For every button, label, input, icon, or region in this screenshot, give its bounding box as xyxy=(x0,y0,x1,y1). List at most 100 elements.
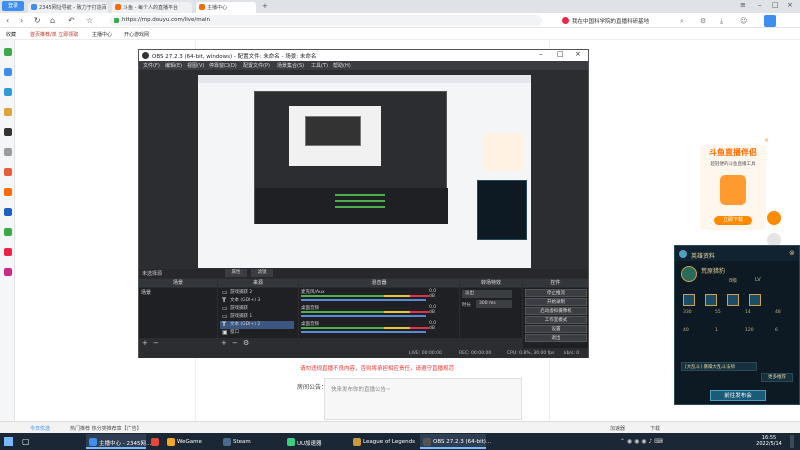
recommend-button[interactable]: 更多推荐 xyxy=(761,373,793,382)
bookmark-item[interactable]: 收藏 xyxy=(6,31,16,38)
new-tab-icon[interactable]: + xyxy=(262,2,268,10)
obs-menu-tools[interactable]: 工具(T) xyxy=(311,62,328,69)
browser-tab-douyu[interactable]: 斗鱼 - 每个人的直播平台 xyxy=(112,2,192,13)
browser-tab-streamer-center[interactable]: 主播中心 xyxy=(196,2,256,13)
sidebar-app-icon[interactable] xyxy=(4,268,12,276)
status-left[interactable]: 今日优选 xyxy=(30,425,50,432)
obs-menu-file[interactable]: 文件(F) xyxy=(143,62,160,69)
star-icon[interactable]: ☆ xyxy=(86,16,93,25)
transition-select[interactable]: 淡出 xyxy=(462,290,512,298)
status-right-item[interactable]: 加速器 xyxy=(610,425,625,432)
obs-menu-edit[interactable]: 编辑(E) xyxy=(165,62,182,69)
sidebar-app-icon[interactable] xyxy=(4,88,12,96)
obs-close-icon[interactable]: × xyxy=(575,50,581,58)
refresh-icon[interactable]: ↻ xyxy=(34,16,41,25)
obs-menu-profile[interactable]: 配置文件(P) xyxy=(243,62,270,69)
bookmark-item[interactable]: 主播中心 xyxy=(92,31,112,38)
stop-streaming-button[interactable]: 停止推流 xyxy=(525,289,587,297)
remove-source-icon[interactable]: − xyxy=(232,339,238,347)
exit-button[interactable]: 退出 xyxy=(525,334,587,342)
address-bar[interactable]: https://mp.douyu.com/live/main xyxy=(110,15,542,26)
source-item[interactable]: ▭ 游戏捕获 1 xyxy=(220,313,294,321)
sidebar-app-icon[interactable] xyxy=(4,108,12,116)
taskbar-app-obs[interactable]: OBS 27.2.3 (64-bit)... xyxy=(420,434,491,449)
lol-close-icon[interactable]: ⊗ xyxy=(789,249,795,257)
source-item[interactable]: T 文本 (GDI+) 3 xyxy=(220,297,294,305)
tray-clock[interactable]: 16:55 2022/5/14 xyxy=(752,435,786,447)
lol-action-button[interactable]: 前往发布会 xyxy=(710,390,766,401)
sidebar-app-icon[interactable] xyxy=(4,128,12,136)
duration-input[interactable]: 300 ms xyxy=(476,300,512,308)
obs-menu-scene-collection[interactable]: 场景集合(S) xyxy=(277,62,304,69)
taskbar-app-lol[interactable]: League of Legends xyxy=(350,434,418,449)
source-settings-icon[interactable]: ⚙ xyxy=(243,339,249,347)
obs-window[interactable]: OBS 27.2.3 (64-bit, windows) - 配置文件: 未命名… xyxy=(138,49,589,358)
studio-mode-button[interactable]: 工作室模式 xyxy=(525,316,587,324)
show-desktop-button[interactable] xyxy=(790,435,794,448)
sidebar-app-icon[interactable] xyxy=(4,168,12,176)
taskbar-app-wegame[interactable]: WeGame xyxy=(164,434,216,449)
sidebar-app-icon[interactable] xyxy=(4,208,12,216)
sources-list[interactable]: ▭ 游戏捕获 2 T 文本 (GDI+) 3 ▭ 游戏捕获 ▭ 游戏捕获 1 T 文本 (… xyxy=(218,288,298,338)
ad-download-button[interactable]: 立即下载 xyxy=(714,216,752,225)
sidebar-app-icon[interactable] xyxy=(4,248,12,256)
settings-button[interactable]: 设置 xyxy=(525,325,587,333)
volume-slider[interactable] xyxy=(301,299,426,301)
volume-slider[interactable] xyxy=(301,315,426,317)
browser-login-button[interactable]: 登录 xyxy=(2,1,24,11)
obs-menu-help[interactable]: 帮助(H) xyxy=(333,62,351,69)
scene-item[interactable]: 场景 xyxy=(141,289,151,296)
volume-slider[interactable] xyxy=(301,331,426,333)
minimize-icon[interactable]: – xyxy=(758,1,762,9)
undo-icon[interactable]: ↶ xyxy=(68,16,75,25)
add-source-icon[interactable]: + xyxy=(221,339,227,347)
obs-preview[interactable] xyxy=(198,75,531,268)
sidebar-app-icon[interactable] xyxy=(4,68,12,76)
notice-input[interactable]: 快来发布你的直播公告~ xyxy=(324,378,522,420)
source-item[interactable]: ▭ 游戏捕获 xyxy=(220,305,294,313)
home-icon[interactable]: ⌂ xyxy=(50,16,55,25)
close-icon[interactable]: × xyxy=(787,1,793,9)
bookmark-item[interactable]: 开心游戏网 xyxy=(124,31,149,38)
start-virtual-camera-button[interactable]: 启动虚拟摄像机 xyxy=(525,307,587,315)
taskbar-app-steam[interactable]: Steam xyxy=(220,434,280,449)
news-ticker[interactable]: 我在中国科学院的直播科研基地 xyxy=(560,15,670,26)
download-icon[interactable]: ⤓ xyxy=(720,17,723,26)
add-scene-icon[interactable]: + xyxy=(142,339,148,347)
obs-menu-docks[interactable]: 停靠窗口(D) xyxy=(209,62,237,69)
maximize-icon[interactable]: □ xyxy=(772,1,779,9)
douyu-companion-ad[interactable]: 斗鱼直播伴侣 超轻便的斗鱼直播工具 立即下载 xyxy=(700,145,766,230)
sidebar-app-icon[interactable] xyxy=(4,228,12,236)
extension-icon[interactable]: ⚙ xyxy=(700,17,706,25)
obs-maximize-icon[interactable]: □ xyxy=(557,50,564,58)
source-item[interactable]: ▣ 窗口 xyxy=(220,329,294,337)
filters-button[interactable]: 滤镜 xyxy=(251,269,273,277)
remove-scene-icon[interactable]: − xyxy=(153,339,159,347)
app-icon[interactable] xyxy=(764,15,776,27)
obs-minimize-icon[interactable]: – xyxy=(539,50,543,58)
forward-icon[interactable]: › xyxy=(20,16,23,25)
side-play-icon[interactable] xyxy=(767,211,781,225)
browser-tab-2345[interactable]: 2345网址导航 - 致力于打造百 xyxy=(28,2,108,13)
task-view-icon[interactable]: ▢ xyxy=(22,437,30,446)
taskbar-app-uu[interactable]: UU加速器 xyxy=(284,434,346,449)
scenes-list[interactable]: 场景 xyxy=(139,288,217,338)
back-icon[interactable]: ‹ xyxy=(6,16,9,25)
start-recording-button[interactable]: 开始录制 xyxy=(525,298,587,306)
search-icon[interactable]: ⌕ xyxy=(680,17,684,26)
status-ad[interactable]: 热门推荐 热分类推荐章【广告】 xyxy=(70,425,142,432)
taskbar-app-browser[interactable]: 主播中心 - 2345网... xyxy=(86,434,151,449)
ad-close-icon[interactable]: × xyxy=(764,137,769,144)
sidebar-app-icon[interactable] xyxy=(4,48,12,56)
source-item[interactable]: ▭ 游戏捕获 2 xyxy=(220,289,294,297)
sidebar-app-icon[interactable] xyxy=(4,148,12,156)
taskbar-app-red[interactable] xyxy=(148,434,162,449)
properties-button[interactable]: 属性 xyxy=(225,269,247,277)
user-icon[interactable]: ☺ xyxy=(740,17,747,25)
bookmark-notice[interactable]: 首页推荐/单 立即领取 xyxy=(30,31,78,38)
start-icon[interactable] xyxy=(4,437,13,446)
source-item-selected[interactable]: T 文本 (GDI+) 2 xyxy=(220,321,294,329)
skin-select[interactable]: [大乱斗] 暴躁大乱斗法师 xyxy=(681,362,757,371)
sidebar-app-icon[interactable] xyxy=(4,188,12,196)
status-right-item[interactable]: 下载 xyxy=(650,425,660,432)
